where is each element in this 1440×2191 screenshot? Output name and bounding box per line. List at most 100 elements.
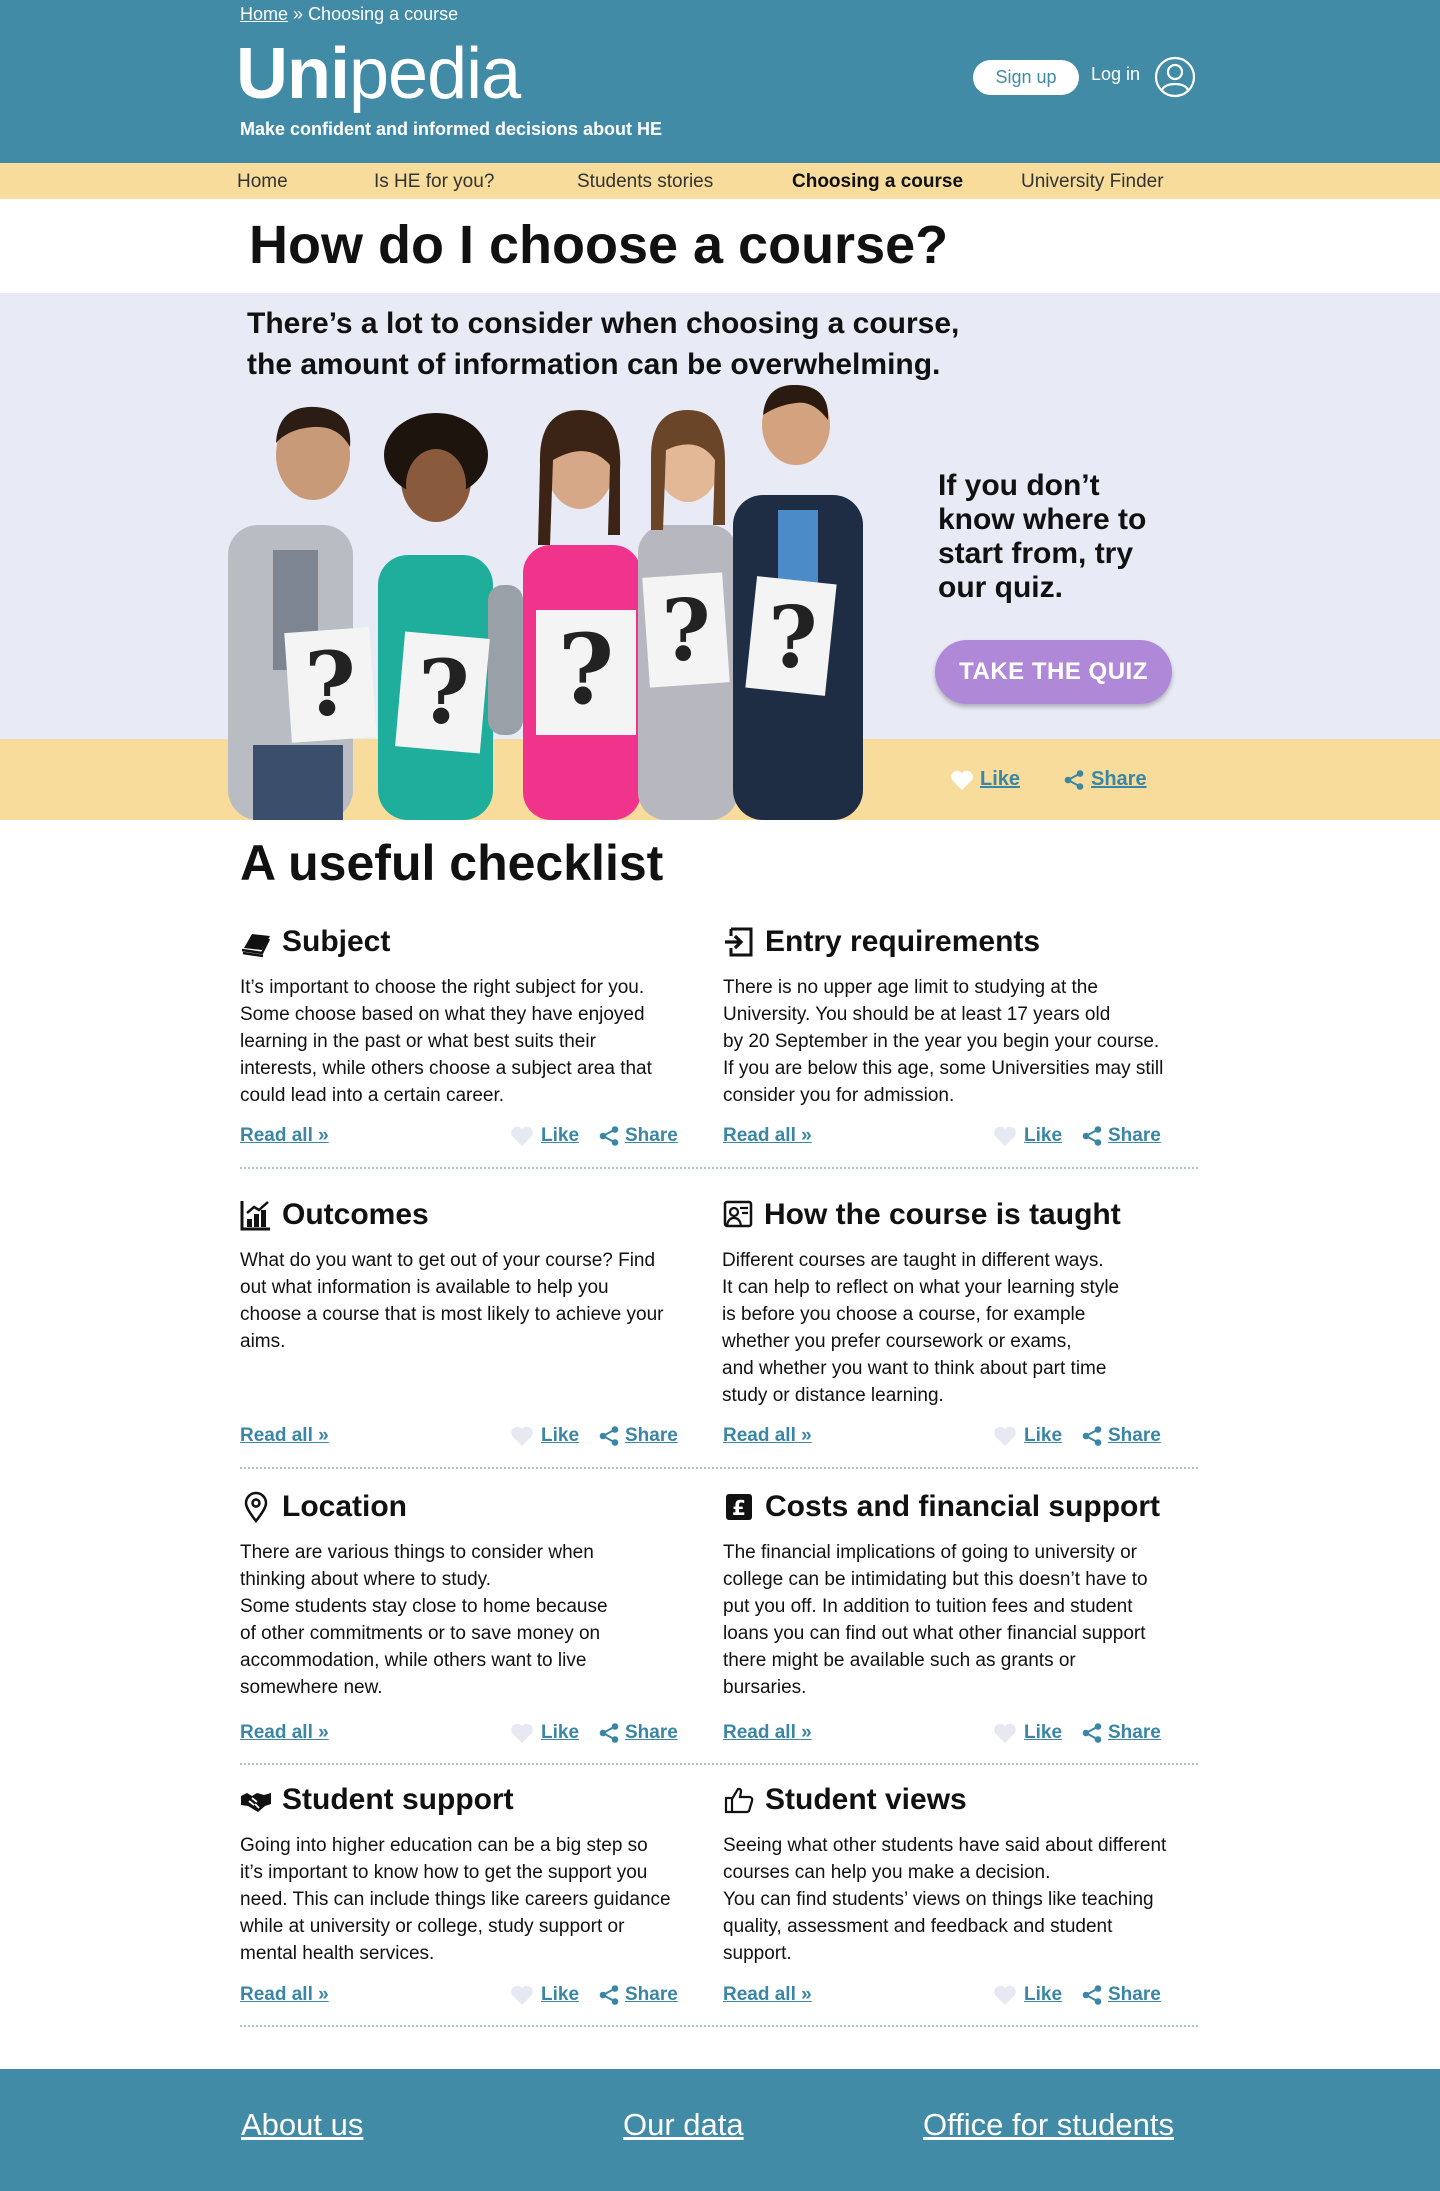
student-1 [228, 406, 353, 820]
item-heading: Entry requirements [723, 922, 1183, 962]
svg-text:?: ? [768, 588, 817, 687]
item-heading: Student views [723, 1780, 1183, 1820]
share-button[interactable]: Share [1081, 1722, 1161, 1744]
hero-intro: There’s a lot to consider when choosing … [247, 303, 967, 385]
footer-about-us-link[interactable]: About us [241, 2107, 363, 2143]
share-icon [1082, 1126, 1102, 1146]
log-in-link[interactable]: Log in [1091, 64, 1140, 85]
heart-icon [511, 1426, 533, 1446]
read-all-link[interactable]: Read all » [240, 1722, 329, 1744]
read-all-link[interactable]: Read all » [240, 1425, 329, 1447]
nav-item-is-he-for-you[interactable]: Is HE for you? [374, 171, 494, 193]
item-text: Different courses are taught in differen… [722, 1250, 1120, 1406]
like-button[interactable]: Like [993, 1984, 1062, 2006]
nav-item-university-finder[interactable]: University Finder [1021, 171, 1164, 193]
read-all-link[interactable]: Read all » [723, 1722, 812, 1744]
item-actions-outcomes: Read all » Like Share [240, 1425, 680, 1451]
like-button[interactable]: Like [510, 1722, 579, 1744]
share-label: Share [625, 1425, 678, 1446]
share-button[interactable]: Share [598, 1984, 678, 2006]
hero-intro-line-2: the amount of information can be overwhe… [247, 348, 941, 381]
share-icon [599, 1723, 619, 1743]
share-label: Share [1108, 1722, 1161, 1743]
divider [240, 1167, 1198, 1169]
read-all-link[interactable]: Read all » [240, 1984, 329, 2006]
item-actions-location: Read all » Like Share [240, 1722, 680, 1748]
item-title: Student support [282, 1783, 514, 1816]
nav-item-home[interactable]: Home [237, 171, 288, 193]
share-label: Share [1108, 1984, 1161, 2005]
unipedia-logo[interactable]: Unipedia [236, 34, 521, 114]
breadcrumb-separator: » [293, 4, 304, 24]
item-heading: Outcomes [240, 1195, 700, 1235]
item-heading: How the course is taught [722, 1195, 1182, 1235]
nav-item-students-stories[interactable]: Students stories [577, 171, 713, 193]
like-button[interactable]: Like [993, 1722, 1062, 1744]
share-icon [1082, 1985, 1102, 2005]
svg-text:?: ? [304, 632, 356, 736]
item-text: What do you want to get out of your cour… [240, 1250, 664, 1352]
heart-icon [994, 1126, 1016, 1146]
share-label: Share [625, 1125, 678, 1146]
divider [240, 1763, 1198, 1765]
share-label: Share [625, 1722, 678, 1743]
footer-our-data-link[interactable]: Our data [623, 2107, 744, 2143]
heart-icon [511, 1985, 533, 2005]
checklist-item-student-views: Student views Seeing what other students… [723, 1780, 1183, 1967]
like-button[interactable]: Like [510, 1425, 579, 1447]
user-icon[interactable] [1154, 56, 1196, 98]
like-label: Like [541, 1984, 580, 2005]
students-question-marks-photo: ? ? ? ? ? [228, 385, 863, 820]
svg-text:?: ? [418, 640, 470, 744]
like-label: Like [541, 1425, 580, 1446]
heart-icon [511, 1723, 533, 1743]
breadcrumb-home-link[interactable]: Home [240, 4, 288, 24]
read-all-link[interactable]: Read all » [723, 1984, 812, 2006]
take-the-quiz-button[interactable]: TAKE THE QUIZ [935, 640, 1172, 704]
sign-in-icon [725, 927, 753, 957]
hero-share-button[interactable]: Share [1063, 768, 1147, 791]
share-button[interactable]: Share [1081, 1425, 1161, 1447]
share-button[interactable]: Share [598, 1722, 678, 1744]
item-text: Seeing what other students have said abo… [723, 1835, 1167, 1964]
item-heading: £ Costs and financial support [723, 1487, 1183, 1527]
like-label: Like [1024, 1984, 1063, 2005]
read-all-link[interactable]: Read all » [240, 1125, 329, 1147]
sign-up-button[interactable]: Sign up [973, 60, 1079, 95]
like-label: Like [1024, 1722, 1063, 1743]
share-button[interactable]: Share [598, 1425, 678, 1447]
share-icon [599, 1426, 619, 1446]
breadcrumb-current: Choosing a course [308, 4, 459, 24]
read-all-link[interactable]: Read all » [723, 1125, 812, 1147]
like-label: Like [541, 1125, 580, 1146]
like-button[interactable]: Like [510, 1125, 579, 1147]
map-pin-icon [244, 1491, 268, 1523]
like-button[interactable]: Like [993, 1425, 1062, 1447]
share-button[interactable]: Share [598, 1125, 678, 1147]
hero-share-label: Share [1091, 768, 1147, 790]
like-button[interactable]: Like [993, 1125, 1062, 1147]
share-button[interactable]: Share [1081, 1984, 1161, 2006]
hero-like-button[interactable]: Like [950, 768, 1020, 791]
divider [240, 1467, 1198, 1469]
item-title: Outcomes [282, 1198, 429, 1231]
item-title: Subject [282, 925, 391, 958]
read-all-link[interactable]: Read all » [723, 1425, 812, 1447]
nav-item-choosing-a-course[interactable]: Choosing a course [792, 171, 963, 193]
item-text: It’s important to choose the right subje… [240, 977, 652, 1106]
item-actions-entry-requirements: Read all » Like Share [723, 1125, 1163, 1151]
checklist-item-location: Location There are various things to con… [240, 1487, 700, 1701]
share-button[interactable]: Share [1081, 1125, 1161, 1147]
share-icon [1082, 1426, 1102, 1446]
hero-like-label: Like [980, 768, 1021, 790]
bar-chart-icon [240, 1201, 270, 1231]
heart-icon [994, 1426, 1016, 1446]
checklist-title: A useful checklist [240, 835, 664, 891]
heart-icon [994, 1723, 1016, 1743]
share-label: Share [625, 1984, 678, 2005]
footer-office-for-students-link[interactable]: Office for students [923, 2107, 1174, 2143]
share-icon [1082, 1723, 1102, 1743]
like-button[interactable]: Like [510, 1984, 579, 2006]
item-title: Costs and financial support [765, 1490, 1161, 1523]
svg-text:?: ? [558, 613, 614, 726]
